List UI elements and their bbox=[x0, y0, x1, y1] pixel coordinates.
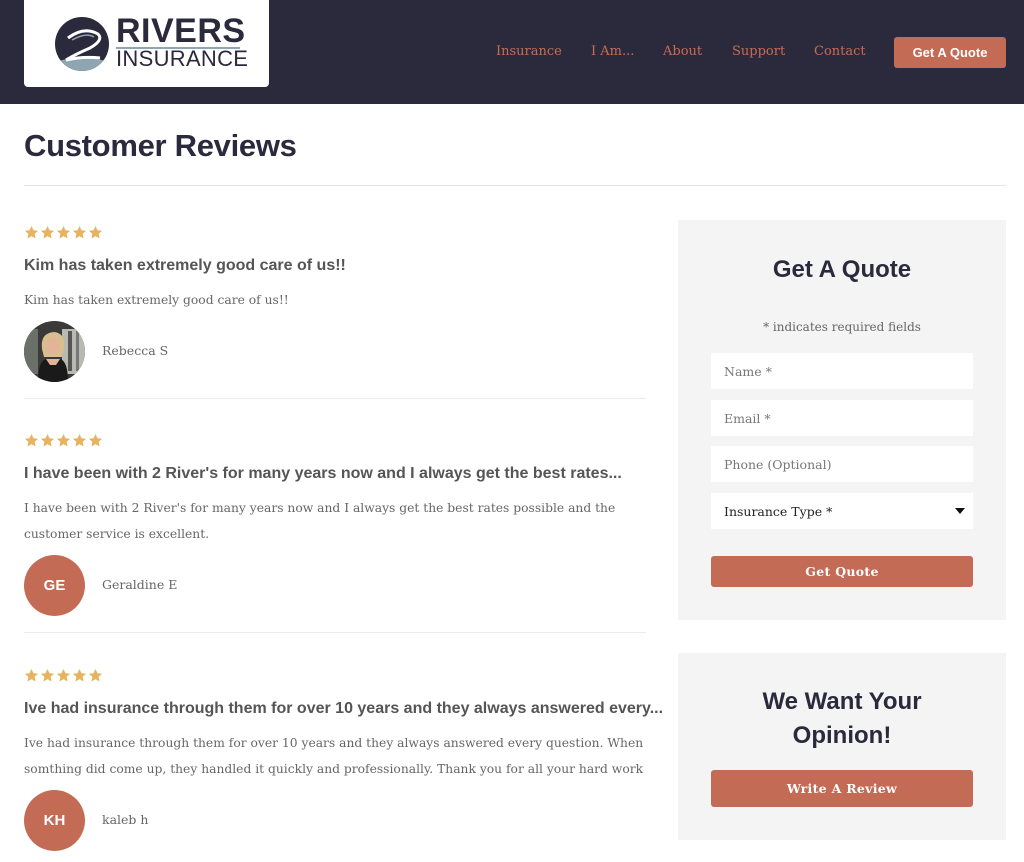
phone-field[interactable] bbox=[711, 446, 973, 482]
review-title: I have been with 2 River's for many year… bbox=[24, 465, 622, 482]
star-icon bbox=[56, 668, 71, 682]
required-fields-note: * indicates required fields bbox=[763, 320, 921, 334]
write-a-review-button[interactable]: Write A Review bbox=[711, 770, 973, 807]
quote-form-card: Get A Quote * indicates required fields … bbox=[678, 220, 1006, 620]
star-icon bbox=[40, 668, 55, 682]
star-icon bbox=[88, 668, 103, 682]
opinion-title-line1: We Want Your bbox=[762, 688, 922, 715]
star-icon bbox=[24, 225, 39, 239]
opinion-card: We Want Your Opinion! Write A Review bbox=[678, 653, 1006, 840]
star-icon bbox=[40, 225, 55, 239]
review-body: I have been with 2 River's for many year… bbox=[24, 501, 616, 541]
nav-item-contact[interactable]: Contact bbox=[814, 44, 866, 59]
title-divider bbox=[24, 185, 1006, 186]
insurance-type-select[interactable]: Insurance Type * bbox=[711, 493, 973, 529]
caret-down-icon bbox=[955, 508, 965, 514]
star-icon bbox=[40, 433, 55, 447]
opinion-title-line2: Opinion! bbox=[792, 722, 892, 749]
reviewer-name: kaleb h bbox=[102, 812, 149, 827]
star-icon bbox=[88, 225, 103, 239]
star-icon bbox=[72, 668, 87, 682]
insurance-type-value: Insurance Type * bbox=[724, 503, 833, 519]
review-divider bbox=[24, 632, 646, 633]
star-rating bbox=[24, 433, 103, 449]
review-title: Kim has taken extremely good care of us!… bbox=[24, 257, 346, 274]
star-icon bbox=[72, 225, 87, 239]
nav-item-insurance[interactable]: Insurance bbox=[496, 44, 562, 59]
logo-text-rivers: RIVERS bbox=[116, 12, 246, 50]
avatar: GE bbox=[24, 555, 85, 616]
review-divider bbox=[24, 398, 646, 399]
star-icon bbox=[72, 433, 87, 447]
reviewer: Rebecca S bbox=[24, 321, 324, 383]
reviewer-name: Rebecca S bbox=[102, 343, 169, 358]
get-quote-submit-button[interactable]: Get Quote bbox=[711, 556, 973, 587]
logo-text-insurance: INSURANCE bbox=[116, 46, 249, 71]
star-icon bbox=[88, 433, 103, 447]
star-rating bbox=[24, 225, 103, 241]
get-a-quote-button[interactable]: Get A Quote bbox=[894, 37, 1006, 68]
star-icon bbox=[24, 668, 39, 682]
star-rating bbox=[24, 668, 103, 684]
avatar bbox=[24, 321, 85, 382]
star-icon bbox=[56, 433, 71, 447]
nav-item-support[interactable]: Support bbox=[732, 44, 785, 59]
name-field[interactable] bbox=[711, 353, 973, 389]
logo-mark-icon bbox=[55, 17, 109, 71]
opinion-title: We Want Your Opinion! bbox=[678, 685, 1006, 753]
logo[interactable]: RIVERS INSURANCE bbox=[24, 0, 269, 87]
review-body: Ive had insurance through them for over … bbox=[24, 736, 644, 776]
page-title: Customer Reviews bbox=[24, 128, 297, 163]
star-icon bbox=[56, 225, 71, 239]
reviewer-name: Geraldine E bbox=[102, 577, 178, 592]
star-icon bbox=[24, 433, 39, 447]
avatar-photo bbox=[24, 321, 85, 382]
quote-form-title: Get A Quote bbox=[772, 256, 912, 283]
nav-item-about[interactable]: About bbox=[663, 44, 702, 59]
reviewer: KH kaleb h bbox=[24, 790, 324, 852]
reviewer: GE Geraldine E bbox=[24, 555, 324, 617]
nav-item-i-am[interactable]: I Am... bbox=[591, 44, 634, 59]
email-field[interactable] bbox=[711, 400, 973, 436]
avatar: KH bbox=[24, 790, 85, 851]
review-body: Kim has taken extremely good care of us!… bbox=[24, 293, 289, 307]
site-header: RIVERS INSURANCE Insurance I Am... About… bbox=[0, 0, 1024, 104]
review-title: Ive had insurance through them for over … bbox=[24, 700, 664, 717]
